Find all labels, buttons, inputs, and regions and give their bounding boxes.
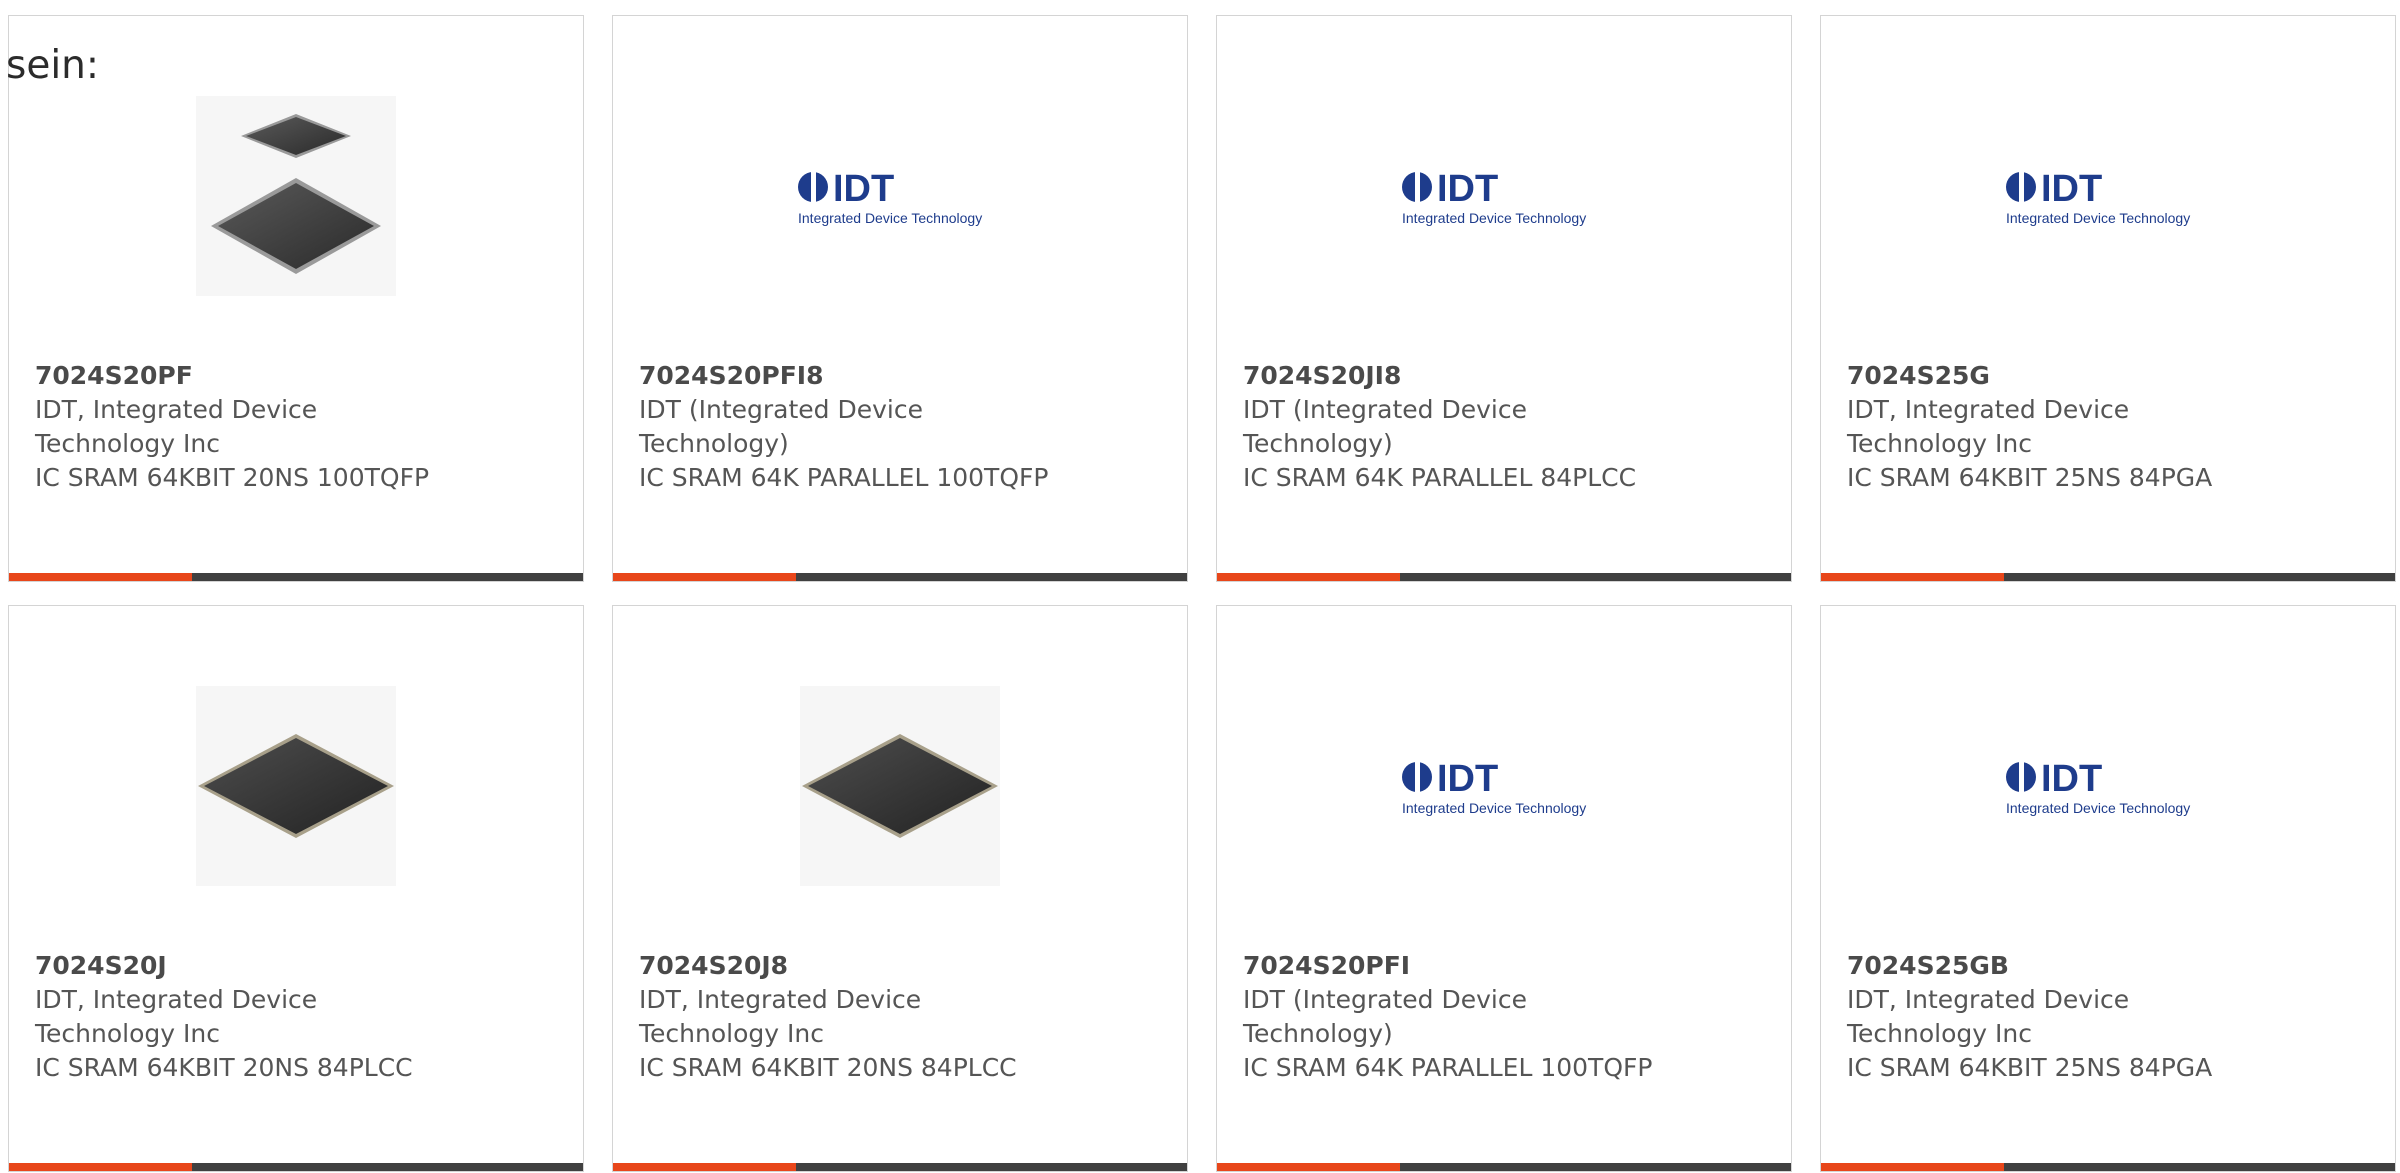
description: IC SRAM 64KBIT 20NS 84PLCC (639, 1053, 1017, 1082)
svg-text:Integrated Device Technology: Integrated Device Technology (798, 210, 982, 226)
card-accent (1217, 573, 1400, 581)
card-bottom-bar (613, 573, 1187, 581)
card-bottom-bar (1217, 573, 1791, 581)
product-card[interactable]: 7024S20J IDT, Integrated Device Technolog… (8, 605, 584, 1172)
part-number[interactable]: 7024S25GB (1847, 949, 2375, 983)
part-number[interactable]: 7024S20J8 (639, 949, 1167, 983)
card-accent (9, 1163, 192, 1171)
description: IC SRAM 64K PARALLEL 100TQFP (639, 463, 1049, 492)
manufacturer: IDT (Integrated Device Technology) (639, 395, 923, 458)
part-number[interactable]: 7024S20PF (35, 359, 563, 393)
manufacturer: IDT, Integrated Device Technology Inc (35, 395, 318, 458)
product-card[interactable]: IDT Integrated Device Technology 7024S20PF… (1216, 605, 1792, 1172)
description: IC SRAM 64KBIT 20NS 84PLCC (35, 1053, 413, 1082)
svg-text:IDT: IDT (1437, 758, 1498, 800)
card-bottom-bar (1821, 573, 2395, 581)
svg-text:Integrated Device Technology: Integrated Device Technology (1402, 800, 1586, 816)
idt-logo-image: IDTIntegrated Device Technology (1402, 168, 1586, 226)
part-number[interactable]: 7024S20JI8 (1243, 359, 1771, 393)
svg-text:IDT: IDT (2041, 168, 2102, 210)
product-image[interactable]: IDT Integrated Device Technology (613, 86, 1187, 306)
part-number[interactable]: 7024S25G (1847, 359, 2375, 393)
description: IC SRAM 64KBIT 20NS 100TQFP (35, 463, 430, 492)
manufacturer: IDT, Integrated Device Technology Inc (1847, 395, 2130, 458)
part-number[interactable]: 7024S20J (35, 949, 563, 983)
product-info: 7024S20JI8 IDT (Integrated Device Technol… (1243, 359, 1771, 495)
product-card[interactable]: 7024S20J8 IDT, Integrated Device Technolo… (612, 605, 1188, 1172)
part-number[interactable]: 7024S20PFI (1243, 949, 1771, 983)
svg-text:Integrated Device Technology: Integrated Device Technology (2006, 800, 2190, 816)
product-image[interactable]: IDT Integrated Device Technology (1217, 676, 1791, 896)
manufacturer: IDT, Integrated Device Technology Inc (639, 985, 922, 1048)
product-image[interactable] (613, 676, 1187, 896)
product-card[interactable]: IDT Integrated Device Technology 7024S20PF… (612, 15, 1188, 582)
card-bottom-bar (9, 1163, 583, 1171)
chip-tqfp-image (196, 96, 396, 296)
product-card[interactable]: 7024S20PF IDT, Integrated Device Technolo… (8, 15, 584, 582)
idt-logo-image: IDTIntegrated Device Technology (2006, 168, 2190, 226)
manufacturer: IDT, Integrated Device Technology Inc (1847, 985, 2130, 1048)
chip-plcc-image (196, 686, 396, 886)
product-card[interactable]: IDT Integrated Device Technology 7024S25GB… (1820, 605, 2396, 1172)
product-info: 7024S20PFI IDT (Integrated Device Technol… (1243, 949, 1771, 1085)
idt-logo-image: IDTIntegrated Device Technology (1402, 758, 1586, 816)
product-image[interactable]: IDT Integrated Device Technology (1217, 86, 1791, 306)
card-accent (613, 1163, 796, 1171)
product-image[interactable] (9, 676, 583, 896)
svg-text:Integrated Device Technology: Integrated Device Technology (2006, 210, 2190, 226)
idt-logo-image: IDTIntegrated Device Technology (2006, 758, 2190, 816)
svg-text:Integrated Device Technology: Integrated Device Technology (1402, 210, 1586, 226)
card-bottom-bar (9, 573, 583, 581)
svg-text:IDT: IDT (2041, 758, 2102, 800)
card-accent (1821, 573, 2004, 581)
card-accent (1821, 1163, 2004, 1171)
chip-plcc-image (800, 686, 1000, 886)
product-card[interactable]: IDT Integrated Device Technology 7024S25G I… (1820, 15, 2396, 582)
product-image[interactable] (9, 86, 583, 306)
product-image[interactable]: IDT Integrated Device Technology (1821, 676, 2395, 896)
card-accent (613, 573, 796, 581)
manufacturer: IDT (Integrated Device Technology) (1243, 395, 1527, 458)
manufacturer: IDT, Integrated Device Technology Inc (35, 985, 318, 1048)
svg-text:IDT: IDT (833, 168, 894, 210)
description: IC SRAM 64K PARALLEL 84PLCC (1243, 463, 1637, 492)
product-info: 7024S25G IDT, Integrated Device Technolog… (1847, 359, 2375, 495)
product-grid: 7024S20PF IDT, Integrated Device Technolo… (8, 15, 2400, 1173)
svg-text:IDT: IDT (1437, 168, 1498, 210)
product-info: 7024S20PFI8 IDT (Integrated Device Techno… (639, 359, 1167, 495)
part-number[interactable]: 7024S20PFI8 (639, 359, 1167, 393)
description: IC SRAM 64KBIT 25NS 84PGA (1847, 1053, 2213, 1082)
product-card[interactable]: IDT Integrated Device Technology 7024S20JI… (1216, 15, 1792, 582)
manufacturer: IDT (Integrated Device Technology) (1243, 985, 1527, 1048)
description: IC SRAM 64K PARALLEL 100TQFP (1243, 1053, 1653, 1082)
product-info: 7024S20J IDT, Integrated Device Technolog… (35, 949, 563, 1085)
product-image[interactable]: IDT Integrated Device Technology (1821, 86, 2395, 306)
card-bottom-bar (1217, 1163, 1791, 1171)
card-accent (9, 573, 192, 581)
card-bottom-bar (1821, 1163, 2395, 1171)
product-info: 7024S20J8 IDT, Integrated Device Technolo… (639, 949, 1167, 1085)
prefix-text: sein: (6, 43, 100, 88)
product-info: 7024S25GB IDT, Integrated Device Technolo… (1847, 949, 2375, 1085)
idt-logo-image: IDTIntegrated Device Technology (798, 168, 982, 226)
product-info: 7024S20PF IDT, Integrated Device Technolo… (35, 359, 563, 495)
card-bottom-bar (613, 1163, 1187, 1171)
card-accent (1217, 1163, 1400, 1171)
description: IC SRAM 64KBIT 25NS 84PGA (1847, 463, 2213, 492)
